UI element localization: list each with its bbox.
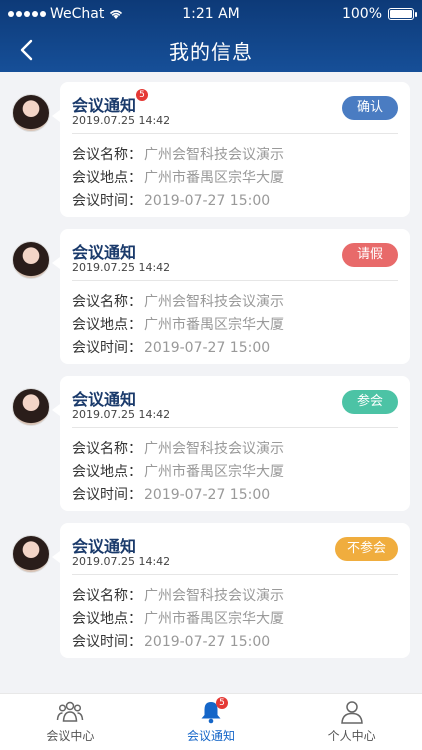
meeting-name-row: 会议名称： 广州会智科技会议演示 <box>72 291 398 314</box>
tab-label: 会议中心 <box>46 729 95 743</box>
meeting-place-label: 会议地点： <box>72 317 142 333</box>
bubble-pointer <box>52 110 60 122</box>
tab-badge: 5 <box>216 697 228 709</box>
notice-date: 2019.07.25 14:42 <box>72 408 171 421</box>
notice-card[interactable]: 会议通知 2019.07.25 14:42 不参会 会议名称： 广州会智科技会议演… <box>60 523 410 658</box>
meeting-name-value: 广州会智科技会议演示 <box>144 294 284 310</box>
meeting-name-label: 会议名称： <box>72 441 142 457</box>
meeting-place-value: 广州市番禺区宗华大厦 <box>144 170 284 186</box>
meeting-name-label: 会议名称： <box>72 294 142 310</box>
meeting-time-label: 会议时间： <box>72 193 142 209</box>
meeting-place-label: 会议地点： <box>72 464 142 480</box>
tab-meeting-notice[interactable]: 5 会议通知 <box>141 694 282 750</box>
avatar <box>12 94 50 132</box>
meeting-time-row: 会议时间： 2019-07-27 15:00 <box>72 484 398 507</box>
meeting-name-label: 会议名称： <box>72 588 142 604</box>
notice-title: 会议通知 <box>72 537 137 556</box>
people-icon <box>56 700 84 724</box>
tab-bar: 会议中心 5 会议通知 个人中心 <box>0 693 422 750</box>
back-button[interactable] <box>12 36 40 64</box>
meeting-place-label: 会议地点： <box>72 170 142 186</box>
status-decline-button[interactable]: 不参会 <box>334 537 398 561</box>
notice-title: 会议通知 <box>72 96 137 115</box>
battery-icon <box>388 8 417 20</box>
meeting-name-label: 会议名称： <box>72 147 142 163</box>
meeting-name-value: 广州会智科技会议演示 <box>144 147 284 163</box>
notice-card[interactable]: 会议通知 5 2019.07.25 14:42 确认 会议名称： 广州会智科技会议… <box>60 82 410 217</box>
bubble-pointer <box>52 404 60 416</box>
unread-badge: 5 <box>136 89 148 101</box>
avatar <box>12 241 50 279</box>
meeting-name-value: 广州会智科技会议演示 <box>144 441 284 457</box>
meeting-time-value: 2019-07-27 15:00 <box>144 634 271 650</box>
meeting-time-value: 2019-07-27 15:00 <box>144 487 271 503</box>
meeting-place-value: 广州市番禺区宗华大厦 <box>144 464 284 480</box>
meeting-time-label: 会议时间： <box>72 634 142 650</box>
avatar <box>12 388 50 426</box>
notice-list: 会议通知 5 2019.07.25 14:42 确认 会议名称： 广州会智科技会议… <box>0 82 422 670</box>
meeting-place-row: 会议地点： 广州市番禺区宗华大厦 <box>72 608 398 631</box>
list-item[interactable]: 会议通知 2019.07.25 14:42 参会 会议名称： 广州会智科技会议演示… <box>0 376 422 523</box>
signal-icon <box>8 11 46 17</box>
page-title: 我的信息 <box>169 39 253 64</box>
avatar <box>12 535 50 573</box>
bell-icon: 5 <box>197 697 228 724</box>
notice-card[interactable]: 会议通知 2019.07.25 14:42 请假 会议名称： 广州会智科技会议演示… <box>60 229 410 364</box>
notice-date: 2019.07.25 14:42 <box>72 114 171 127</box>
list-item[interactable]: 会议通知 2019.07.25 14:42 请假 会议名称： 广州会智科技会议演示… <box>0 229 422 376</box>
meeting-place-value: 广州市番禺区宗华大厦 <box>144 611 284 627</box>
wifi-icon <box>110 10 123 19</box>
notice-date: 2019.07.25 14:42 <box>72 555 171 568</box>
meeting-time-row: 会议时间： 2019-07-27 15:00 <box>72 190 398 213</box>
meeting-time-row: 会议时间： 2019-07-27 15:00 <box>72 631 398 654</box>
chevron-left-icon <box>20 39 33 61</box>
top-bar: WeChat 1:21 AM 100% 我的信息 <box>0 0 422 72</box>
person-icon <box>338 700 366 724</box>
status-attend-button[interactable]: 参会 <box>342 390 398 414</box>
list-item[interactable]: 会议通知 5 2019.07.25 14:42 确认 会议名称： 广州会智科技会议… <box>0 82 422 229</box>
notice-title: 会议通知 <box>72 243 137 262</box>
bubble-pointer <box>52 551 60 563</box>
meeting-place-label: 会议地点： <box>72 611 142 627</box>
bubble-pointer <box>52 257 60 269</box>
carrier-group: WeChat <box>8 6 124 22</box>
list-item[interactable]: 会议通知 2019.07.25 14:42 不参会 会议名称： 广州会智科技会议演… <box>0 523 422 670</box>
notice-card[interactable]: 会议通知 2019.07.25 14:42 参会 会议名称： 广州会智科技会议演示… <box>60 376 410 511</box>
meeting-place-row: 会议地点： 广州市番禺区宗华大厦 <box>72 314 398 337</box>
tab-meeting-center[interactable]: 会议中心 <box>0 694 141 750</box>
meeting-time-label: 会议时间： <box>72 340 142 356</box>
notice-title: 会议通知 <box>72 390 137 409</box>
meeting-name-row: 会议名称： 广州会智科技会议演示 <box>72 438 398 461</box>
meeting-time-value: 2019-07-27 15:00 <box>144 340 271 356</box>
meeting-time-row: 会议时间： 2019-07-27 15:00 <box>72 337 398 360</box>
tab-label: 会议通知 <box>187 729 236 743</box>
meeting-time-label: 会议时间： <box>72 487 142 503</box>
meeting-place-row: 会议地点： 广州市番禺区宗华大厦 <box>72 167 398 190</box>
status-leave-button[interactable]: 请假 <box>342 243 398 267</box>
notice-date: 2019.07.25 14:42 <box>72 261 171 274</box>
carrier-label: WeChat <box>50 6 105 22</box>
status-confirm-button[interactable]: 确认 <box>342 96 398 120</box>
status-bar: WeChat 1:21 AM 100% <box>0 0 422 28</box>
meeting-name-value: 广州会智科技会议演示 <box>144 588 284 604</box>
battery-group: 100% <box>341 6 417 22</box>
nav-bar: 我的信息 <box>0 28 422 72</box>
meeting-name-row: 会议名称： 广州会智科技会议演示 <box>72 585 398 608</box>
tab-label: 个人中心 <box>327 729 376 743</box>
meeting-place-row: 会议地点： 广州市番禺区宗华大厦 <box>72 461 398 484</box>
tab-personal-center[interactable]: 个人中心 <box>281 694 422 750</box>
battery-percent: 100% <box>341 6 382 22</box>
meeting-place-value: 广州市番禺区宗华大厦 <box>144 317 284 333</box>
meeting-name-row: 会议名称： 广州会智科技会议演示 <box>72 144 398 167</box>
meeting-time-value: 2019-07-27 15:00 <box>144 193 271 209</box>
